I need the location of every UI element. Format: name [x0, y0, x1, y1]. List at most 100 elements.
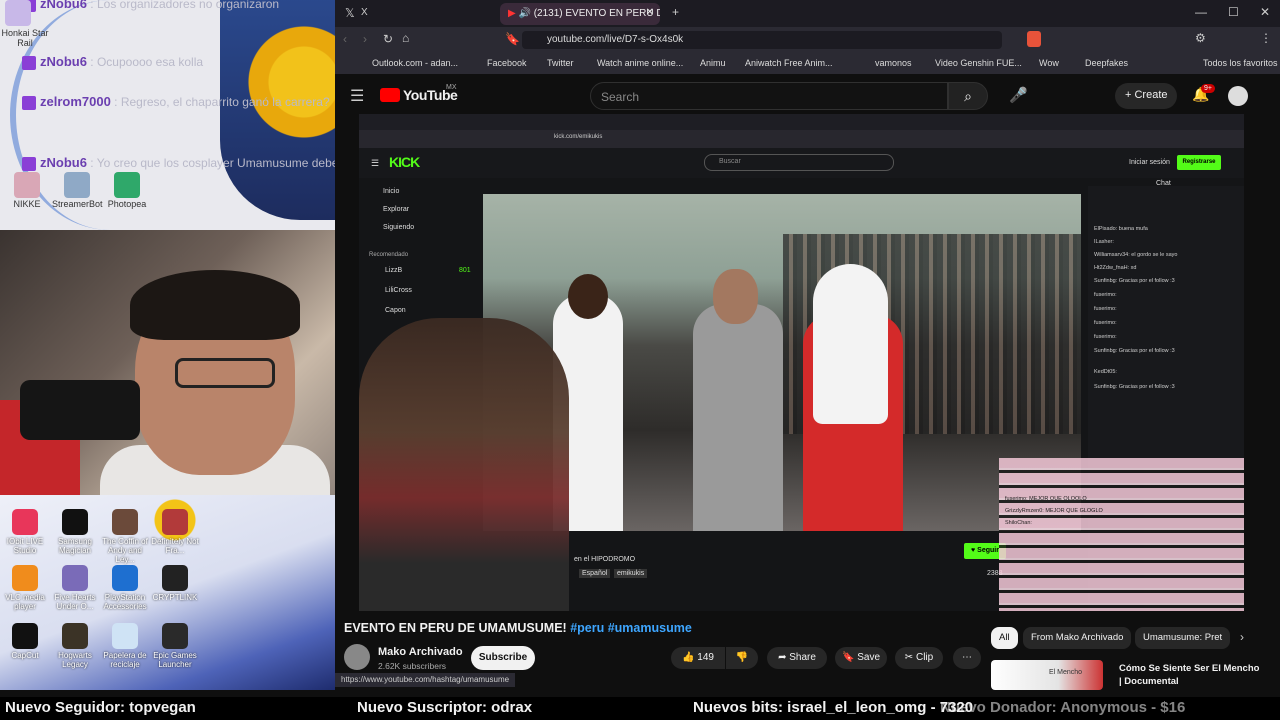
bookmark-item[interactable]: Watch anime online... — [597, 58, 683, 68]
minimize-icon[interactable]: — — [1195, 5, 1207, 19]
person-grey-jacket — [693, 304, 783, 531]
ticker-item: Nuevo Donador: Anonymous - $16 — [940, 699, 1186, 716]
pink-chat-overlay: fuserimo: MEJOR QUE OLOOLO GrizzlyRmzen0… — [999, 458, 1244, 611]
screen: zNobu6 : Los organizadores no organizaro… — [0, 0, 1280, 720]
nikke-icon[interactable] — [14, 172, 40, 198]
reload-icon[interactable]: ↻ — [383, 32, 393, 46]
back-icon[interactable]: ‹ — [343, 32, 347, 46]
video-thumbnail[interactable]: El Mencho — [991, 660, 1103, 690]
desktop-icon[interactable]: Epic Games Launcher — [150, 623, 200, 669]
person-head — [713, 269, 758, 324]
channel-avatar[interactable] — [344, 644, 370, 670]
streamer-hair — [130, 270, 300, 340]
channel-name[interactable]: Mako Archivado — [378, 646, 463, 658]
bookmark-item[interactable]: Todos los favoritos — [1203, 58, 1278, 68]
streamerbot-icon[interactable] — [64, 172, 90, 198]
clip-button[interactable]: ✂ Clip — [895, 647, 943, 669]
chat-username: zNobu6 — [40, 54, 87, 69]
sunflower-art — [220, 0, 335, 220]
desktop-icon[interactable]: CRYPTLINK — [150, 565, 200, 602]
home-icon[interactable]: ⌂ — [402, 31, 409, 45]
maximize-icon[interactable]: ☐ — [1228, 5, 1239, 19]
close-icon[interactable]: ✕ — [1260, 5, 1270, 19]
forward-icon[interactable]: › — [363, 32, 367, 46]
url-field[interactable]: youtube.com/live/D7-s-Ox4s0k — [522, 31, 1002, 49]
menu-icon[interactable]: ⋮ — [1260, 31, 1272, 45]
share-button[interactable]: ➦ Share — [767, 647, 827, 669]
like-button[interactable]: 👍 149 — [671, 647, 725, 669]
overlay-chat-line: zNobu6 : Los organizadores no organizaro… — [22, 0, 279, 12]
desktop-icon[interactable]: VLC media player — [0, 565, 50, 611]
hashtag-link[interactable]: #peru #umamusume — [570, 621, 692, 635]
bookmark-item[interactable]: Outlook.com - adan... — [372, 58, 458, 68]
chevron-right-icon[interactable]: › — [1240, 630, 1244, 644]
kick-search: Buscar — [704, 154, 894, 171]
create-button[interactable]: + Create — [1115, 83, 1177, 109]
kick-nav-item: Explorar — [383, 206, 410, 213]
desktop-icon[interactable]: Samsung Magician — [50, 509, 100, 555]
youtube-logo-icon[interactable] — [380, 88, 400, 102]
youtube-header: ☰ YouTube MX Search ⌕ 🎤 + Create 🔔 9+ — [335, 78, 1280, 114]
address-bar: ‹ › ↻ ⌂ 🔖 youtube.com/live/D7-s-Ox4s0k ⚙… — [335, 27, 1280, 53]
person-head — [568, 274, 608, 319]
kick-chat-title: Chat — [1156, 180, 1171, 187]
desktop-icon[interactable]: Five Hearts Under O... — [50, 565, 100, 611]
desktop-label: Honkai Star Rail — [1, 28, 49, 48]
kick-chat-message: Sunfinbg: Gracias por el follow :3 — [1094, 278, 1175, 284]
brave-shield-icon[interactable] — [1027, 31, 1041, 47]
overlay-chat-line: zNobu6 : Ocupoooo esa kolla — [22, 54, 203, 70]
bookmark-item[interactable]: Deepfakes — [1085, 58, 1128, 68]
bookmark-item[interactable]: Video Genshin FUE... — [935, 58, 1022, 68]
bookmark-icon[interactable]: 🔖 — [505, 32, 520, 46]
cosplayer-wig — [813, 264, 888, 424]
subscribe-button[interactable]: Subscribe — [471, 646, 535, 670]
save-button[interactable]: 🔖 Save — [835, 647, 887, 669]
kick-menu-icon: ☰ — [371, 158, 380, 168]
kick-chat-message: ILasher: — [1094, 239, 1114, 245]
avatar[interactable] — [1228, 86, 1248, 106]
hamburger-icon[interactable]: ☰ — [350, 86, 364, 106]
kick-channel: Capon — [385, 307, 406, 314]
desktop-icon[interactable]: Hogwarts Legacy — [50, 623, 100, 669]
new-tab-icon[interactable]: + — [672, 5, 679, 19]
stream-video — [483, 194, 1081, 531]
kick-chat-message: ShiloChan: — [1005, 520, 1032, 526]
search-input[interactable]: Search — [590, 82, 948, 110]
recommended-title[interactable]: Cómo Se Siente Ser El Mencho | Documenta… — [1119, 662, 1264, 688]
desktop-icon[interactable]: The Coffin of Andy and Ley... — [100, 509, 150, 564]
chat-username: zelrom7000 — [40, 94, 111, 109]
inner-browser-tabs — [359, 114, 1244, 130]
bookmark-item[interactable]: Animu — [700, 58, 726, 68]
desktop-icon[interactable]: PlayStation Accessories — [100, 565, 150, 611]
alerts-ticker: Nuevo Seguidor: topvegan Nuevo Suscripto… — [0, 697, 1280, 720]
chip-topic[interactable]: Umamusume: Pret — [1135, 627, 1230, 649]
photopea-icon[interactable] — [114, 172, 140, 198]
desktop-icon[interactable]: IObit LIVE Studio — [0, 509, 50, 555]
bookmark-item[interactable]: Facebook — [487, 58, 527, 68]
desktop-icon[interactable]: CapCut — [0, 623, 50, 660]
kick-channel: LiliCross — [385, 287, 412, 294]
desktop-label: NIKKE — [13, 199, 41, 209]
kick-chat-message: Williamsarv34: el gordo se le sayo — [1094, 252, 1178, 258]
chat-username: zNobu6 — [40, 0, 87, 11]
video-player[interactable]: kick.com/emikukis ☰ KICK Buscar Iniciar … — [359, 114, 1244, 611]
honkai-icon[interactable] — [5, 0, 31, 26]
webcam-feed — [0, 230, 357, 495]
chip-channel[interactable]: From Mako Archivado — [1023, 627, 1132, 649]
ticker-item: Nuevo Suscriptor: odrax — [357, 699, 533, 716]
tab-youtube[interactable]: ▶ 🔊 (2131) EVENTO EN PERU DE U✕ — [500, 3, 660, 25]
bookmark-item[interactable]: Twitter — [547, 58, 574, 68]
recommended-video[interactable]: El Mencho Cómo Se Siente Ser El Mencho |… — [991, 660, 1276, 690]
dislike-button[interactable]: 👎 — [726, 647, 758, 669]
search-button[interactable]: ⌕ — [948, 82, 988, 110]
more-button[interactable]: ⋯ — [953, 647, 981, 669]
mic-icon[interactable]: 🎤 — [1009, 86, 1028, 104]
tab-x[interactable]: X — [361, 7, 368, 18]
bookmark-item[interactable]: Wow — [1039, 58, 1059, 68]
desktop-icon[interactable]: Papelera de reciclaje — [100, 623, 150, 669]
bookmark-item[interactable]: vamonos — [875, 58, 912, 68]
extensions-icon[interactable]: ⚙ — [1195, 31, 1206, 45]
desktop-icon[interactable]: Definitely Not Fra... — [150, 509, 200, 555]
bookmark-item[interactable]: Aniwatch Free Anim... — [745, 58, 833, 68]
chip-all[interactable]: All — [991, 627, 1018, 649]
